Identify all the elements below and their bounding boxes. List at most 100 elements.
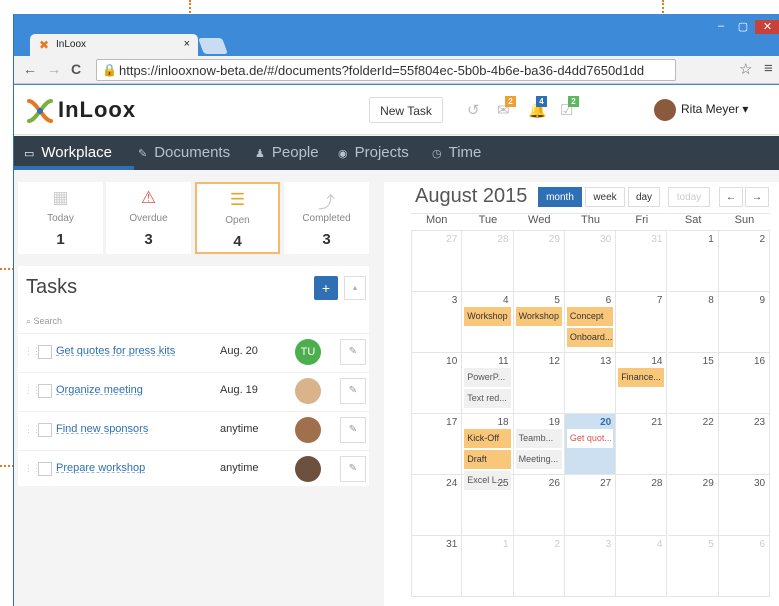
tab-close-icon[interactable]: × [184, 38, 190, 50]
calendar-event[interactable]: Teamb... [515, 429, 562, 448]
calendar-day-cell[interactable]: 5 [667, 536, 719, 597]
calendar-day-cell[interactable]: 31 [411, 536, 463, 597]
task-checkbox[interactable] [38, 462, 52, 476]
view-day-button[interactable]: day [628, 187, 660, 207]
calendar-day-cell[interactable]: 16 [718, 353, 771, 414]
calendar-event[interactable]: Workshop [515, 307, 562, 326]
nav-time[interactable]: ◷ Time [432, 144, 481, 161]
edit-pencil-icon[interactable]: ✎ [340, 417, 366, 443]
calendar-day-cell[interactable]: 5 Workshop [513, 292, 565, 353]
calendar-day-cell[interactable]: 28 [616, 475, 668, 536]
calendar-day-cell[interactable]: 30 [718, 475, 771, 536]
edit-pencil-icon[interactable]: ✎ [340, 456, 366, 482]
task-checkbox[interactable] [38, 345, 52, 359]
stat-overdue[interactable]: ⚠ Overdue 3 [106, 182, 191, 254]
task-row[interactable]: ⋮⋮ Get quotes for press kits Aug. 20 TU … [18, 333, 369, 372]
calendar-day-cell[interactable]: 18 Kick-Off Draft Excel L... [462, 414, 514, 490]
calendar-day-cell[interactable]: 26 [513, 475, 565, 536]
calendar-day-cell[interactable]: 4 Workshop [462, 292, 514, 353]
user-avatar[interactable] [654, 99, 676, 121]
edit-pencil-icon[interactable]: ✎ [340, 378, 366, 404]
calendar-day-cell[interactable]: 4 [616, 536, 668, 597]
calendar-day-cell[interactable]: 11 PowerP... Text red... [462, 353, 514, 414]
collapse-button[interactable]: ▴ [344, 276, 366, 300]
nav-projects[interactable]: ◉ Projects [338, 144, 409, 161]
stat-today[interactable]: ▦ Today 1 [18, 182, 103, 254]
maximize-button[interactable]: ▢ [733, 20, 753, 34]
calendar-day-cell[interactable]: 10 [411, 353, 463, 414]
prev-month-button[interactable]: ← [719, 187, 743, 207]
user-menu[interactable]: Rita Meyer ▾ [681, 102, 748, 116]
address-bar[interactable]: 🔒 https://inlooxnow-beta.de/#/documents?… [96, 59, 676, 81]
calendar-day-cell[interactable]: 20 Get quot... [564, 414, 617, 475]
calendar-day-cell[interactable]: 7 [616, 292, 668, 353]
calendar-day-cell[interactable]: 13 [564, 353, 617, 414]
calendar-day-cell[interactable]: 15 [667, 353, 719, 414]
calendar-day-cell[interactable]: 6 [718, 536, 771, 597]
calendar-day-cell[interactable]: 17 [411, 414, 463, 475]
task-row[interactable]: ⋮⋮ Organize meeting Aug. 19 ✎ [18, 372, 369, 411]
nav-people[interactable]: ♟ People [255, 144, 319, 161]
calendar-day-cell[interactable]: 29 [513, 231, 565, 292]
calendar-event[interactable]: Finance... [618, 368, 665, 387]
task-name[interactable]: Find new sponsors [56, 423, 148, 435]
view-month-button[interactable]: month [538, 187, 582, 207]
calendar-event[interactable]: Meeting... [515, 450, 562, 469]
nav-documents[interactable]: ✎ Documents [138, 144, 230, 161]
task-name[interactable]: Organize meeting [56, 384, 143, 396]
forward-icon[interactable]: → [47, 61, 61, 77]
edit-pencil-icon[interactable]: ✎ [340, 339, 366, 365]
task-checkbox[interactable] [38, 384, 52, 398]
bookmark-star-icon[interactable]: ☆ [739, 60, 752, 78]
calendar-day-cell[interactable]: 22 [667, 414, 719, 475]
next-month-button[interactable]: → [745, 187, 769, 207]
calendar-event[interactable]: Workshop [464, 307, 511, 326]
calendar-day-cell[interactable]: 2 [513, 536, 565, 597]
calendar-day-cell[interactable]: 1 [667, 231, 719, 292]
calendar-day-cell[interactable]: 25 [462, 475, 514, 536]
task-search[interactable]: ⌕ Search [26, 316, 62, 327]
task-row[interactable]: ⋮⋮ Prepare workshop anytime ✎ [18, 450, 369, 489]
stat-completed[interactable]: ⤴ Completed 3 [284, 182, 369, 254]
task-row[interactable]: ⋮⋮ Find new sponsors anytime ✎ [18, 411, 369, 450]
calendar-day-cell[interactable]: 1 [462, 536, 514, 597]
calendar-event[interactable]: Draft [464, 450, 511, 469]
calendar-event[interactable]: Concept [566, 307, 614, 326]
add-task-button[interactable]: + [314, 276, 338, 300]
calendar-day-cell[interactable]: 9 [718, 292, 771, 353]
calendar-day-cell[interactable]: 21 [616, 414, 668, 475]
view-week-button[interactable]: week [585, 187, 625, 207]
calendar-event[interactable]: PowerP... [464, 368, 511, 387]
new-task-button[interactable]: New Task [369, 97, 443, 123]
calendar-day-cell[interactable]: 3 [411, 292, 463, 353]
calendar-day-cell[interactable]: 29 [667, 475, 719, 536]
calendar-day-cell[interactable]: 28 [462, 231, 514, 292]
browser-tab[interactable]: ✖ InLoox × [30, 34, 198, 56]
history-icon[interactable]: ↺ [467, 101, 480, 119]
today-button[interactable]: today [668, 187, 710, 207]
calendar-event[interactable]: Text red... [464, 389, 511, 408]
calendar-day-cell[interactable]: 23 [718, 414, 771, 475]
calendar-day-cell[interactable]: 19 Teamb... Meeting... [513, 414, 565, 475]
calendar-day-cell[interactable]: 31 [616, 231, 668, 292]
new-tab-button[interactable] [198, 38, 228, 54]
browser-menu-icon[interactable]: ≡ [764, 60, 773, 77]
task-name[interactable]: Get quotes for press kits [56, 345, 175, 357]
close-window-button[interactable]: ✕ [755, 20, 779, 34]
calendar-day-cell[interactable]: 27 [411, 231, 463, 292]
calendar-day-cell[interactable]: 12 [513, 353, 565, 414]
minimize-button[interactable]: – [711, 20, 731, 34]
calendar-day-cell[interactable]: 27 [564, 475, 617, 536]
calendar-day-cell[interactable]: 24 [411, 475, 463, 536]
calendar-day-cell[interactable]: 8 [667, 292, 719, 353]
calendar-day-cell[interactable]: 30 [564, 231, 617, 292]
back-icon[interactable]: ← [23, 61, 37, 77]
calendar-day-cell[interactable]: 14 Finance... [616, 353, 668, 414]
stat-open[interactable]: ☰ Open 4 [195, 182, 280, 254]
calendar-day-cell[interactable]: 2 [718, 231, 771, 292]
nav-workplace[interactable]: ▭ Workplace [24, 144, 112, 161]
calendar-day-cell[interactable]: 3 [564, 536, 617, 597]
calendar-event[interactable]: Get quot... [566, 429, 614, 448]
task-checkbox[interactable] [38, 423, 52, 437]
calendar-event[interactable]: Kick-Off [464, 429, 511, 448]
